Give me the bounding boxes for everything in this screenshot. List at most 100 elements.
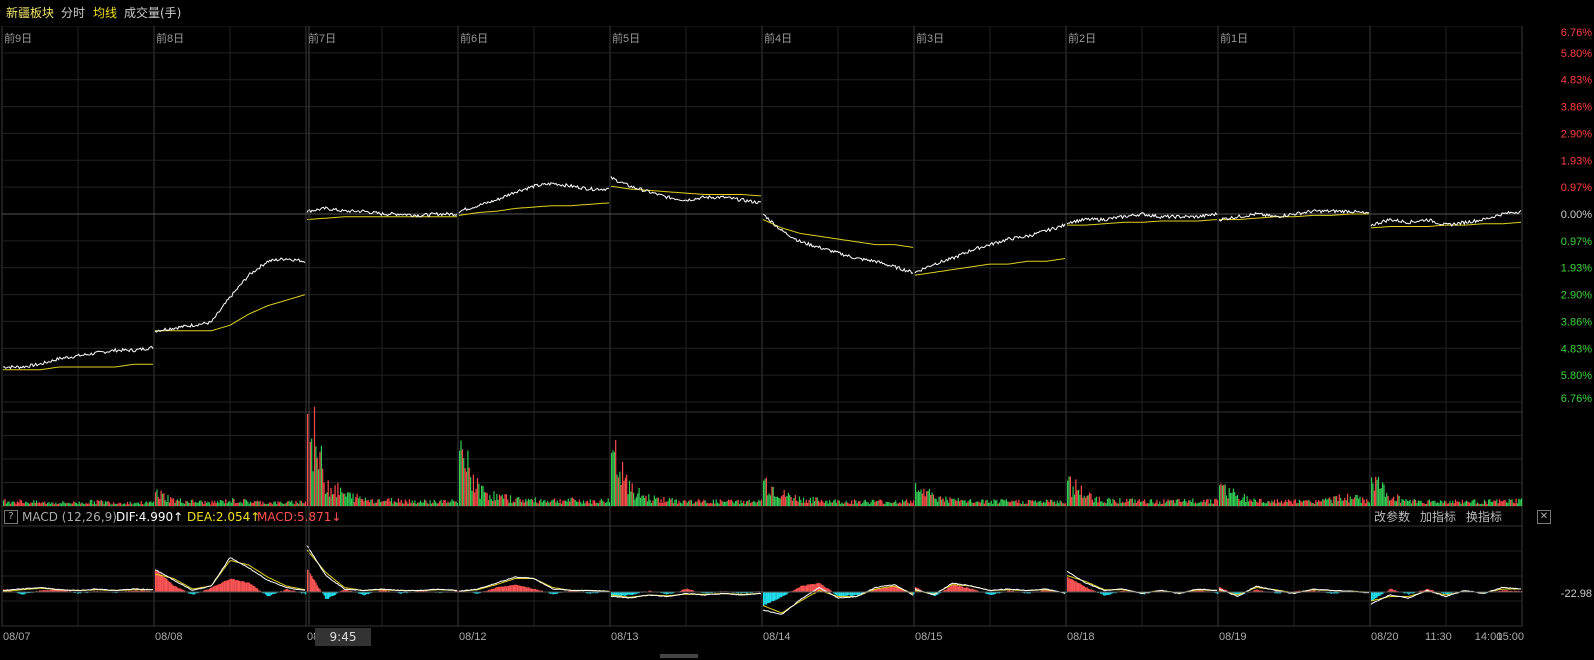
volume-bar: [1345, 500, 1347, 506]
volume-bar: [207, 501, 209, 506]
switch-indicator-button[interactable]: 换指标: [1466, 508, 1502, 526]
volume-bar: [379, 501, 382, 506]
volume-bar: [164, 500, 166, 506]
volume-bar: [292, 503, 294, 506]
volume-bar: [633, 492, 635, 506]
volume-bar: [230, 502, 232, 506]
volume-bar: [790, 496, 792, 506]
volume-bar: [1003, 500, 1005, 506]
tab-avg-line[interactable]: 均线: [93, 0, 117, 26]
volume-bar: [1512, 502, 1514, 506]
tab-volume[interactable]: 成交量(手): [124, 0, 181, 26]
volume-bar: [778, 497, 780, 506]
volume-bar: [871, 499, 873, 506]
macd-histogram-bar: [1375, 592, 1377, 598]
volume-bar: [25, 501, 27, 506]
volume-bar: [678, 500, 680, 506]
volume-bar: [787, 492, 789, 506]
volume-bar: [765, 477, 767, 506]
volume-bar: [860, 504, 862, 506]
volume-bar: [163, 493, 165, 506]
volume-bar: [1448, 503, 1450, 506]
volume-bar: [16, 501, 18, 506]
macd-histogram-bar: [957, 586, 960, 592]
volume-bar: [1084, 497, 1087, 506]
volume-bar: [986, 499, 988, 506]
macd-histogram-bar: [225, 580, 227, 592]
volume-bar: [1130, 498, 1132, 506]
volume-bar: [1463, 503, 1465, 506]
volume-bar: [175, 500, 177, 506]
volume-bar: [613, 452, 615, 506]
volume-bar: [167, 494, 169, 506]
scrollbar-thumb[interactable]: [660, 654, 698, 658]
add-indicator-button[interactable]: 加指标: [1420, 508, 1456, 526]
volume-bar: [126, 501, 129, 506]
volume-bar: [1438, 503, 1440, 506]
volume-bar: [604, 503, 607, 506]
volume-bar: [1043, 501, 1045, 506]
macd-histogram-bar: [519, 585, 521, 592]
volume-bar: [1175, 499, 1177, 506]
volume-bar: [104, 501, 106, 506]
close-icon[interactable]: ✕: [1537, 510, 1551, 524]
volume-bar: [1286, 502, 1288, 506]
macd-histogram-bar: [623, 592, 625, 596]
volume-bar: [454, 501, 456, 506]
volume-bar: [81, 502, 83, 506]
volume-bar: [943, 501, 946, 506]
volume-bar: [1459, 501, 1461, 506]
volume-bar: [899, 502, 901, 506]
macd-histogram-bar: [620, 592, 622, 597]
volume-bar: [527, 498, 529, 506]
volume-bar: [829, 500, 831, 506]
macd-histogram-bar: [624, 592, 627, 596]
volume-bar: [893, 502, 895, 506]
volume-bar: [768, 493, 770, 506]
volume-bar: [1062, 503, 1064, 506]
volume-bar: [1152, 502, 1154, 506]
volume-bar: [1075, 479, 1077, 506]
volume-bar: [370, 499, 372, 506]
modify-params-button[interactable]: 改参数: [1374, 508, 1410, 526]
volume-bar: [413, 502, 415, 506]
volume-bar: [737, 499, 739, 506]
volume-bar: [892, 502, 894, 506]
macd-histogram-bar: [214, 585, 216, 592]
tab-intraday[interactable]: 分时: [61, 0, 85, 26]
volume-bar: [750, 503, 752, 506]
volume-bar: [776, 496, 778, 506]
volume-bar: [319, 451, 321, 506]
macd-histogram-bar: [210, 587, 212, 592]
volume-bar: [1500, 501, 1502, 506]
macd-histogram-bar: [881, 588, 883, 592]
volume-bar: [1449, 500, 1451, 506]
volume-bar: [1067, 480, 1069, 506]
volume-bar: [146, 501, 148, 506]
volume-bar: [1001, 499, 1003, 506]
volume-bar: [844, 502, 846, 506]
volume-bar: [1356, 495, 1358, 506]
volume-bar: [1065, 503, 1067, 506]
volume-bar: [84, 504, 86, 506]
volume-bar: [882, 503, 884, 506]
volume-bar: [171, 498, 173, 506]
volume-bar: [1217, 500, 1219, 506]
chart-stage[interactable]: 6.76% 5.80% 4.83% 3.86% 2.90% 1.93% 0.97% 0.00%…: [0, 0, 1594, 660]
volume-bar: [385, 500, 387, 506]
volume-bar: [1355, 495, 1357, 506]
volume-bar: [1417, 500, 1419, 506]
volume-bar: [19, 499, 21, 506]
volume-bar: [1232, 488, 1234, 506]
volume-bar: [3, 500, 5, 507]
volume-bar: [880, 499, 882, 506]
macd-histogram-bar: [512, 585, 515, 592]
volume-bar: [714, 503, 716, 506]
volume-bar: [1489, 499, 1491, 506]
volume-bar: [672, 503, 675, 506]
volume-bar: [418, 502, 420, 506]
volume-bar: [507, 499, 509, 506]
volume-bar: [638, 487, 640, 506]
volume-bar: [1254, 499, 1256, 506]
volume-bar: [333, 494, 335, 506]
